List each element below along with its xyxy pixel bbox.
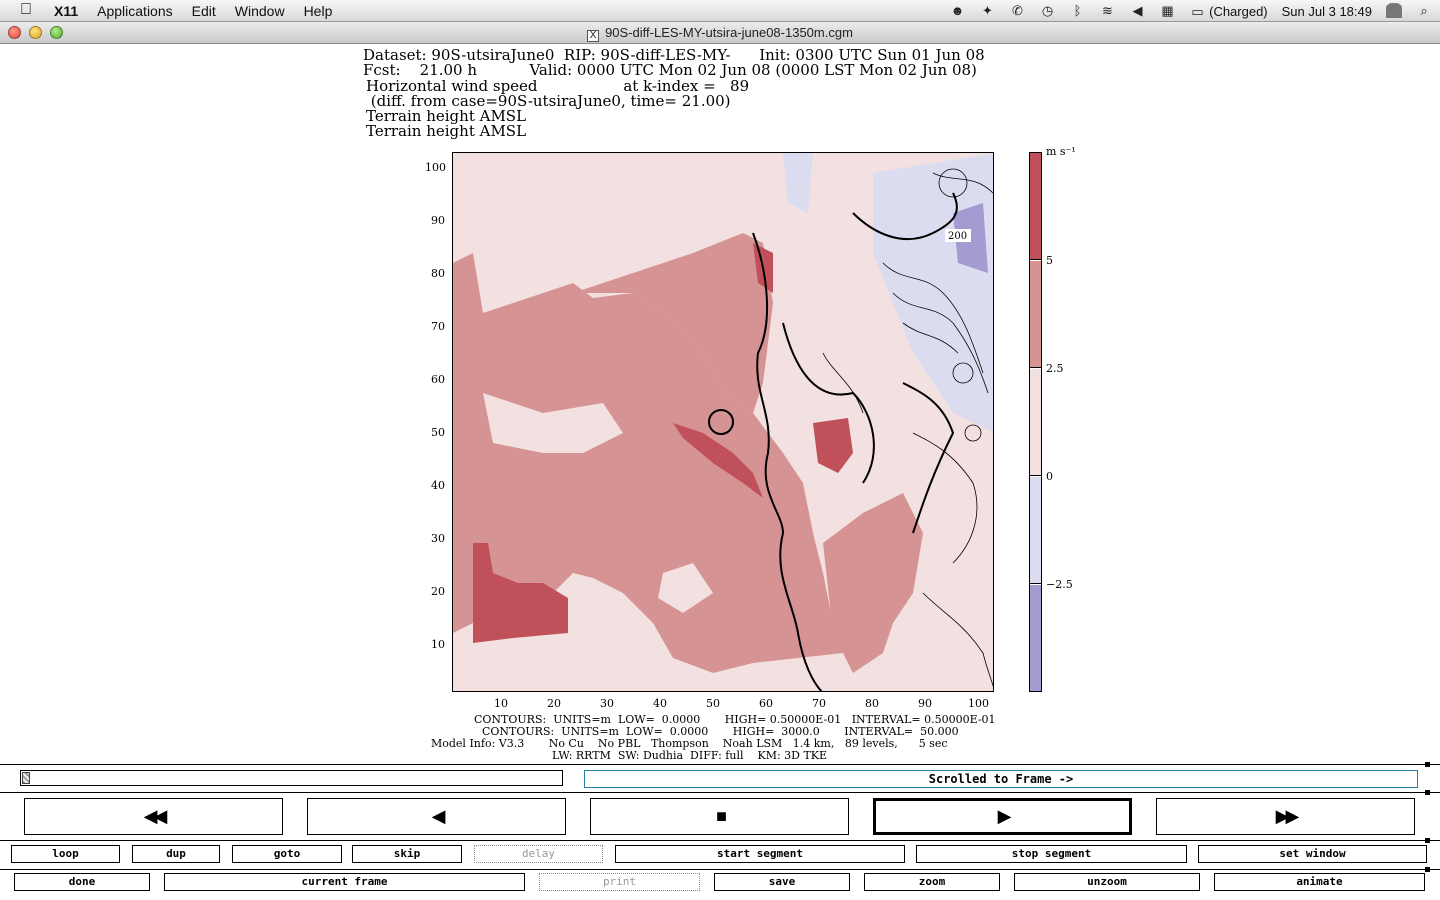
alien-status-icon[interactable]: ☻: [949, 4, 965, 18]
y-tick-label: 100: [425, 161, 446, 174]
colorbar-tick: 5: [1046, 254, 1053, 267]
physics-info: LW: RRTM SW: Dudhia DIFF: full KM: 3D TK…: [552, 749, 828, 762]
x11-icon: X: [587, 30, 600, 42]
stop-button[interactable]: ■: [590, 798, 849, 835]
y-tick-label: 30: [431, 532, 445, 545]
colorbar-segment-mid: [1030, 261, 1041, 368]
skip-button[interactable]: skip: [352, 845, 462, 863]
menu-window[interactable]: Window: [235, 3, 285, 19]
battery-icon: ▭: [1191, 3, 1204, 19]
x-tick-label: 30: [600, 697, 614, 710]
y-tick-label: 50: [431, 426, 445, 439]
menu-bar:  X11 Applications Edit Window Help ☻ ✦ …: [0, 0, 1440, 22]
stop-icon: ■: [716, 806, 727, 826]
y-tick-label: 90: [431, 214, 445, 227]
apple-menu-icon[interactable]: : [20, 1, 32, 19]
done-button[interactable]: done: [14, 873, 150, 891]
y-tick-label: 10: [431, 638, 445, 651]
window-title: X 90S-diff-LES-MY-utsira-june08-1350m.cgm: [0, 25, 1440, 42]
time-machine-icon[interactable]: ◷: [1039, 4, 1055, 18]
y-tick-label: 70: [431, 320, 445, 333]
menu-applications[interactable]: Applications: [97, 3, 173, 19]
satellite-icon[interactable]: ✦: [979, 4, 995, 18]
bluetooth-icon[interactable]: ᛒ: [1069, 4, 1085, 18]
dup-button[interactable]: dup: [132, 845, 220, 863]
unzoom-button[interactable]: unzoom: [1014, 873, 1200, 891]
colorbar-segment-neg-strong: [1030, 585, 1041, 691]
loop-button[interactable]: loop: [11, 845, 120, 863]
x-tick-label: 60: [759, 697, 773, 710]
x-tick-label: 70: [812, 697, 826, 710]
x-tick-label: 40: [653, 697, 667, 710]
divider: [0, 840, 1440, 841]
clock[interactable]: Sun Jul 3 18:49: [1282, 4, 1372, 19]
menu-edit[interactable]: Edit: [192, 3, 216, 19]
colorbar-unit: m s⁻¹: [1046, 145, 1076, 158]
wifi-icon[interactable]: ≋: [1099, 4, 1115, 18]
wind-speed-difference-plot: 200: [452, 152, 994, 692]
delay-button[interactable]: delay: [474, 845, 603, 863]
battery-label: (Charged): [1209, 3, 1268, 19]
colorbar-tick: 2.5: [1046, 362, 1064, 375]
panel-corner: [1425, 762, 1430, 767]
colorbar-segment-low: [1030, 369, 1041, 476]
rewind-fast-button[interactable]: ◀◀: [24, 798, 283, 835]
y-tick-label: 40: [431, 479, 445, 492]
animate-button[interactable]: animate: [1214, 873, 1425, 891]
current-frame-button[interactable]: current frame: [164, 873, 525, 891]
fast-forward-icon: ▶▶: [1275, 806, 1300, 826]
calendar-icon[interactable]: ▦: [1159, 4, 1175, 18]
window-title-text: 90S-diff-LES-MY-utsira-june08-1350m.cgm: [605, 25, 853, 40]
colorbar-tick: −2.5: [1046, 578, 1073, 591]
phone-icon[interactable]: ✆: [1009, 4, 1025, 18]
panel-corner: [1425, 867, 1430, 872]
set-window-button[interactable]: set window: [1198, 845, 1427, 863]
divider: [0, 869, 1440, 870]
x-tick-label: 100: [968, 697, 989, 710]
x-tick-label: 90: [918, 697, 932, 710]
frame-scrollbar[interactable]: [20, 770, 563, 786]
panel-corner: [1425, 790, 1430, 795]
colorbar-segment-neg: [1030, 477, 1041, 584]
y-tick-label: 80: [431, 267, 445, 280]
x-tick-label: 80: [865, 697, 879, 710]
colorbar: [1029, 152, 1042, 692]
plot-field-svg: 200: [453, 153, 993, 691]
volume-icon[interactable]: ◀: [1129, 4, 1145, 18]
stop-segment-button[interactable]: stop segment: [916, 845, 1187, 863]
colorbar-segment-high: [1030, 153, 1041, 260]
frame-scrollbar-thumb[interactable]: [22, 772, 30, 784]
x-tick-label: 10: [494, 697, 508, 710]
plot-header-line-6: Terrain height AMSL: [366, 122, 527, 140]
y-tick-label: 60: [431, 373, 445, 386]
x-tick-label: 20: [547, 697, 561, 710]
x-tick-label: 50: [706, 697, 720, 710]
goto-button[interactable]: goto: [232, 845, 342, 863]
start-segment-button[interactable]: start segment: [615, 845, 905, 863]
battery-status[interactable]: ▭ (Charged): [1189, 4, 1267, 19]
step-back-button[interactable]: ◀: [307, 798, 566, 835]
save-button[interactable]: save: [714, 873, 850, 891]
spotlight-search-icon[interactable]: ⌕: [1416, 4, 1432, 18]
user-icon[interactable]: ▀: [1386, 4, 1402, 18]
zoom-button[interactable]: zoom: [864, 873, 1000, 891]
play-button[interactable]: ▶: [873, 798, 1132, 835]
divider: [0, 764, 1440, 765]
colorbar-tick: 0: [1046, 470, 1053, 483]
divider: [0, 792, 1440, 793]
menu-app-x11[interactable]: X11: [54, 3, 78, 19]
print-button[interactable]: print: [539, 873, 700, 891]
panel-corner: [1425, 838, 1430, 843]
menu-help[interactable]: Help: [304, 3, 333, 19]
frame-status-field: Scrolled to Frame ->: [584, 770, 1418, 788]
forward-fast-button[interactable]: ▶▶: [1156, 798, 1415, 835]
window-title-bar: X 90S-diff-LES-MY-utsira-june08-1350m.cgm: [0, 22, 1440, 44]
y-tick-label: 20: [431, 585, 445, 598]
contour-label: 200: [948, 231, 967, 242]
step-back-icon: ◀: [431, 806, 446, 826]
fast-rewind-icon: ◀◀: [143, 806, 168, 826]
play-icon: ▶: [997, 806, 1012, 826]
